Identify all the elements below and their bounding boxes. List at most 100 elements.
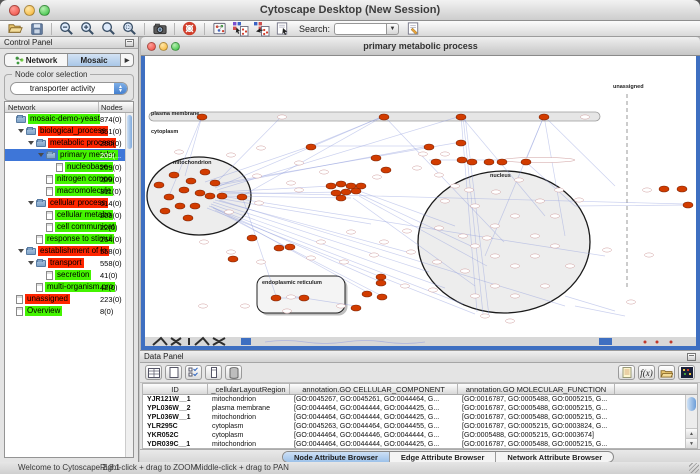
tree-row[interactable]: biological_process651(0) [5, 125, 125, 137]
tree-row[interactable]: Overview8(0) [5, 305, 125, 317]
network-node[interactable] [424, 144, 434, 150]
network-node[interactable] [381, 167, 391, 173]
tree-row[interactable]: multi-organism pro42(0) [5, 281, 125, 293]
expand-triangle-icon[interactable] [28, 141, 34, 145]
import-attributes-button[interactable] [658, 365, 675, 380]
network-canvas[interactable]: plasma membranecytoplasmmitochondrionnuc… [145, 56, 696, 346]
layout-to-attributes-icon[interactable] [251, 21, 272, 36]
network-node[interactable] [683, 202, 693, 208]
network-node[interactable] [362, 291, 372, 297]
network-node[interactable] [379, 114, 389, 120]
network-node[interactable] [431, 159, 441, 165]
resize-grip[interactable] [689, 463, 699, 473]
table-row[interactable]: YKR052Ccytoplasm[GO:0044464, GO:0044446,… [143, 431, 685, 440]
notepad-button[interactable] [618, 365, 635, 380]
zoom-fit-icon[interactable] [98, 21, 119, 36]
network-node[interactable] [371, 155, 381, 161]
network-node[interactable] [377, 294, 387, 300]
scroll-up-button[interactable]: ▲ [686, 428, 697, 438]
float-panel-icon[interactable] [125, 39, 134, 47]
table-row[interactable]: YJR121W__1mitochondrion[GO:0045267, GO:0… [143, 395, 685, 404]
tree-row[interactable]: unassigned223(0) [5, 293, 125, 305]
table-row[interactable]: YPL036W__1mitochondrion[GO:0044464, GO:0… [143, 413, 685, 422]
network-node[interactable] [247, 235, 257, 241]
network-node[interactable] [169, 172, 179, 178]
network-node[interactable] [467, 159, 477, 165]
tree-row[interactable]: nitrogen compo209(0) [5, 173, 125, 185]
tree-row[interactable]: response to stimul264(0) [5, 233, 125, 245]
expand-triangle-icon[interactable] [18, 129, 24, 133]
network-node[interactable] [497, 159, 507, 165]
network-node[interactable] [237, 194, 247, 200]
network-node[interactable] [376, 280, 386, 286]
network-node[interactable] [376, 274, 386, 280]
network-node[interactable] [228, 256, 238, 262]
zoom-out-icon[interactable] [56, 21, 77, 36]
zoom-in-icon[interactable] [77, 21, 98, 36]
snapshot-camera-icon[interactable] [149, 21, 170, 36]
tab-network[interactable]: Network [5, 54, 68, 66]
network-node[interactable] [356, 183, 366, 189]
network-node[interactable] [200, 169, 210, 175]
network-node[interactable] [351, 305, 361, 311]
attribute-checklist-button[interactable] [185, 365, 202, 380]
network-node[interactable] [326, 183, 336, 189]
scroll-down-button[interactable]: ▼ [686, 438, 697, 448]
create-attribute-button[interactable] [165, 365, 182, 380]
tree-row[interactable]: mosaic-demo-yeast874(0) [5, 113, 125, 125]
search-options-icon[interactable] [403, 21, 424, 36]
network-node[interactable] [183, 215, 193, 221]
tab-edge-attribute-browser[interactable]: Edge Attribute Browser [390, 452, 496, 462]
zoom-selected-region-icon[interactable] [119, 21, 140, 36]
network-node[interactable] [336, 181, 346, 187]
tab-node-attribute-browser[interactable]: Node Attribute Browser [283, 452, 390, 462]
help-lifesaver-icon[interactable] [179, 21, 200, 36]
expand-triangle-icon[interactable] [28, 201, 34, 205]
network-node[interactable] [677, 186, 687, 192]
table-row[interactable]: YLR295Ccytoplasm[GO:0045263, GO:0044464,… [143, 422, 685, 431]
tab-network-attribute-browser[interactable]: Network Attribute Browser [496, 452, 613, 462]
annotation-icon[interactable] [272, 21, 293, 36]
function-builder-button[interactable]: f(x) [638, 365, 655, 380]
network-node[interactable] [299, 295, 309, 301]
table-column-header[interactable]: annotation.GO MOLECULAR_FUNCTION [458, 384, 615, 394]
table-scrollbar-thumb[interactable] [687, 397, 696, 411]
network-node[interactable] [160, 208, 170, 214]
table-row[interactable]: YDR039C__1mitochondrion[GO:0044464, GO:0… [143, 440, 685, 448]
network-node[interactable] [306, 144, 316, 150]
select-attributes-button[interactable] [145, 365, 162, 380]
table-row[interactable]: YPL036W__2plasma membrane[GO:0044464, GO… [143, 404, 685, 413]
network-node[interactable] [190, 203, 200, 209]
search-input[interactable] [334, 23, 386, 35]
tree-row[interactable]: metabolic process280(0) [5, 137, 125, 149]
network-node[interactable] [336, 195, 346, 201]
network-node[interactable] [186, 178, 196, 184]
open-session-button[interactable] [5, 21, 26, 36]
network-node[interactable] [456, 114, 466, 120]
tree-row[interactable]: primary metabo209(... [5, 149, 125, 161]
network-node[interactable] [539, 114, 549, 120]
expand-triangle-icon[interactable] [38, 153, 44, 157]
table-column-header[interactable]: ID [143, 384, 208, 394]
network-node[interactable] [521, 159, 531, 165]
tree-row[interactable]: macromolecule311(0) [5, 185, 125, 197]
tab-mosaic[interactable]: Mosaic [68, 54, 121, 66]
tree-row[interactable]: transport558(0) [5, 257, 125, 269]
save-session-button[interactable] [26, 21, 47, 36]
network-node[interactable] [217, 193, 227, 199]
network-node[interactable] [205, 193, 215, 199]
network-node[interactable] [195, 190, 205, 196]
network-node[interactable] [285, 244, 295, 250]
network-view-titlebar[interactable]: primary metabolic process [141, 37, 700, 56]
graphics-details-icon[interactable] [209, 21, 230, 36]
tree-row[interactable]: cellular metabo209(0) [5, 209, 125, 221]
expand-triangle-icon[interactable] [28, 261, 34, 265]
float-data-panel-icon[interactable] [687, 353, 696, 361]
network-node[interactable] [484, 159, 494, 165]
table-column-header[interactable]: _cellularLayoutRegion [208, 384, 290, 394]
network-node[interactable] [271, 295, 281, 301]
search-dropdown-button[interactable]: ▼ [386, 23, 399, 35]
network-node[interactable] [457, 157, 467, 163]
matrix-view-button[interactable] [678, 365, 695, 380]
tab-overflow-arrow-icon[interactable]: ▶ [121, 54, 133, 66]
